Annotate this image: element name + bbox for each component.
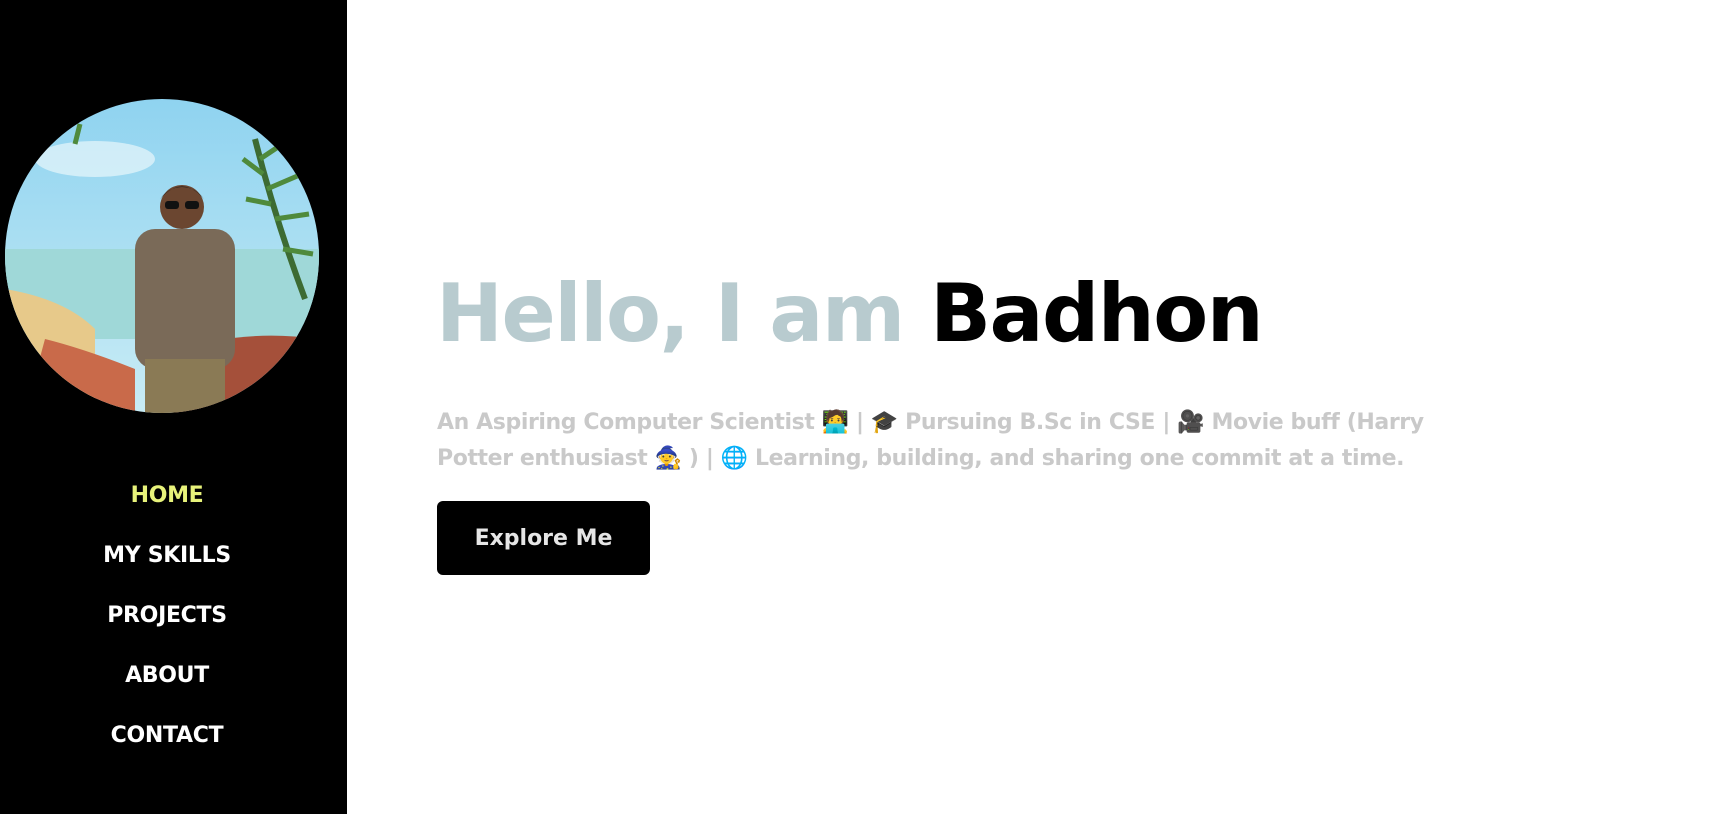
main-nav: HOME MY SKILLS PROJECTS ABOUT CONTACT	[0, 465, 334, 765]
avatar	[5, 99, 319, 413]
hero-title: Hello, I am Badhon	[436, 267, 1264, 360]
hero-description: An Aspiring Computer Scientist 🧑‍💻 | 🎓 P…	[437, 410, 1424, 471]
nav-link-about[interactable]: ABOUT	[125, 663, 209, 688]
nav-link-my-skills[interactable]: MY SKILLS	[103, 543, 231, 568]
nav-item-contact: CONTACT	[0, 705, 334, 765]
hero-name: Badhon	[930, 267, 1264, 360]
nav-item-home: HOME	[0, 465, 334, 525]
sidebar: HOME MY SKILLS PROJECTS ABOUT CONTACT	[0, 0, 347, 814]
nav-link-home[interactable]: HOME	[131, 483, 204, 508]
nav-item-about: ABOUT	[0, 645, 334, 705]
nav-item-my-skills: MY SKILLS	[0, 525, 334, 585]
nav-item-projects: PROJECTS	[0, 585, 334, 645]
explore-me-button[interactable]: Explore Me	[437, 501, 650, 575]
nav-link-contact[interactable]: CONTACT	[111, 723, 224, 748]
hero-greeting: Hello, I am	[436, 267, 931, 360]
profile-photo	[5, 99, 319, 413]
nav-link-projects[interactable]: PROJECTS	[107, 603, 227, 628]
